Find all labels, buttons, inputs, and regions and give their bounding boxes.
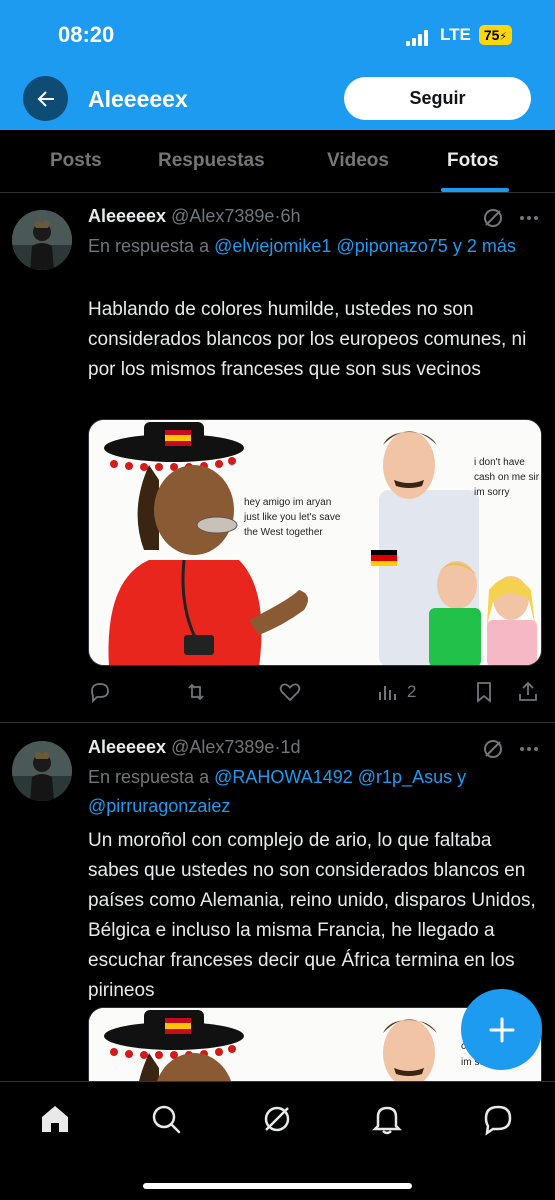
tab-posts[interactable]: Posts [50, 150, 102, 172]
messages-icon[interactable] [481, 1102, 515, 1136]
meme-illustration: hey amigo im aryan just like you let's s… [89, 420, 541, 665]
avatar[interactable] [12, 741, 72, 801]
retweet-icon [188, 683, 204, 701]
bookmark-button[interactable] [472, 680, 496, 704]
compose-button[interactable] [461, 989, 542, 1070]
follow-button[interactable]: Seguir [344, 77, 531, 120]
tweet-text: Un moroñol con complejo de ario, lo que … [88, 830, 536, 1001]
search-icon[interactable] [149, 1102, 183, 1136]
grok-icon[interactable] [260, 1102, 294, 1136]
avatar-image [12, 210, 72, 270]
mention-link[interactable]: @RAHOWA1492 [214, 767, 353, 787]
compose-plus-icon [489, 1017, 514, 1042]
signal-icon [406, 30, 432, 46]
meme-right-line-3: im sorry [474, 487, 510, 498]
mention-link[interactable]: @piponazo75 [336, 236, 447, 256]
avatar[interactable] [12, 210, 72, 270]
meme-left-line-1: hey amigo im aryan [244, 497, 331, 508]
share-button[interactable] [516, 680, 540, 704]
grok-icon[interactable] [481, 206, 505, 230]
back-button[interactable] [23, 76, 68, 121]
retweet-button[interactable] [184, 680, 208, 704]
grok-icon[interactable] [481, 737, 505, 761]
views-count: 2 [407, 682, 417, 701]
tweet-author-handle[interactable]: @Alex7389e [171, 737, 274, 757]
mention-link[interactable]: @r1p_Asus [358, 767, 452, 787]
tweet-author-name[interactable]: Aleeeeex [88, 737, 166, 757]
meme-left-line-3: the West together [244, 527, 323, 538]
views-button[interactable]: 2 [375, 680, 416, 704]
home-icon[interactable] [38, 1102, 72, 1136]
page-title: Aleeeeex [88, 86, 188, 112]
tweet-text: Hablando de colores humilde, ustedes no … [88, 299, 527, 380]
back-arrow-icon [37, 90, 54, 107]
reply-button[interactable] [88, 680, 112, 704]
tweet-author-handle[interactable]: @Alex7389e [171, 206, 274, 226]
reply-context: En respuesta a @RAHOWA1492 @r1p_Asus y @… [88, 763, 543, 821]
reply-prefix: En respuesta a [88, 236, 210, 256]
tab-respuestas[interactable]: Respuestas [158, 150, 265, 172]
active-tab-indicator [441, 188, 509, 192]
reply-prefix: En respuesta a [88, 767, 210, 787]
tab-fotos[interactable]: Fotos [447, 150, 499, 172]
tab-videos[interactable]: Videos [327, 150, 389, 172]
reply-others-link[interactable]: y 2 más [453, 236, 516, 256]
mention-link[interactable]: @elviejomike1 [214, 236, 331, 256]
reply-context: En respuesta a @elviejomike1 @piponazo75… [88, 232, 543, 261]
tweet-header: Aleeeeex @Alex7389e·6h [88, 206, 300, 227]
mention-link[interactable]: @pirruragonzaiez [88, 796, 230, 816]
tweet-author-name[interactable]: Aleeeeex [88, 206, 166, 226]
status-bar: 08:20 LTE 75⚡ [0, 22, 555, 52]
like-icon [279, 683, 301, 702]
bookmark-icon [477, 682, 491, 703]
profile-header: 08:20 LTE 75⚡ Aleeeeex Seguir [0, 0, 555, 130]
views-icon [379, 686, 396, 700]
battery-level: 75 [483, 27, 500, 43]
share-icon [519, 681, 537, 701]
meme-right-line-1: i don't have [474, 457, 525, 468]
meme-right-line-2: cash on me sir [474, 472, 540, 483]
tweet-image[interactable]: hey amigo im aryan just like you let's s… [88, 419, 542, 666]
more-icon[interactable] [518, 206, 540, 230]
meme-left-line-2: just like you let's save [243, 512, 341, 523]
more-icon[interactable] [518, 737, 540, 761]
avatar-image [12, 741, 72, 801]
tweet-header: Aleeeeex @Alex7389e·1d [88, 737, 300, 758]
tweet-time: 1d [280, 737, 301, 757]
network-label: LTE [440, 25, 471, 44]
reply-joiner: y [457, 767, 467, 787]
battery-icon: 75⚡ [479, 25, 512, 45]
tweet[interactable]: Aleeeeex @Alex7389e·6h En respuesta a @e… [0, 193, 555, 723]
reply-icon [91, 683, 109, 704]
tweet-actions: 2 [88, 680, 543, 710]
tweet-time: 6h [280, 206, 301, 226]
notifications-icon[interactable] [370, 1102, 404, 1136]
status-time: 08:20 [58, 22, 115, 47]
home-indicator [143, 1183, 412, 1189]
like-button[interactable] [278, 680, 302, 704]
profile-tabs: Posts Respuestas Videos Fotos [0, 130, 555, 193]
